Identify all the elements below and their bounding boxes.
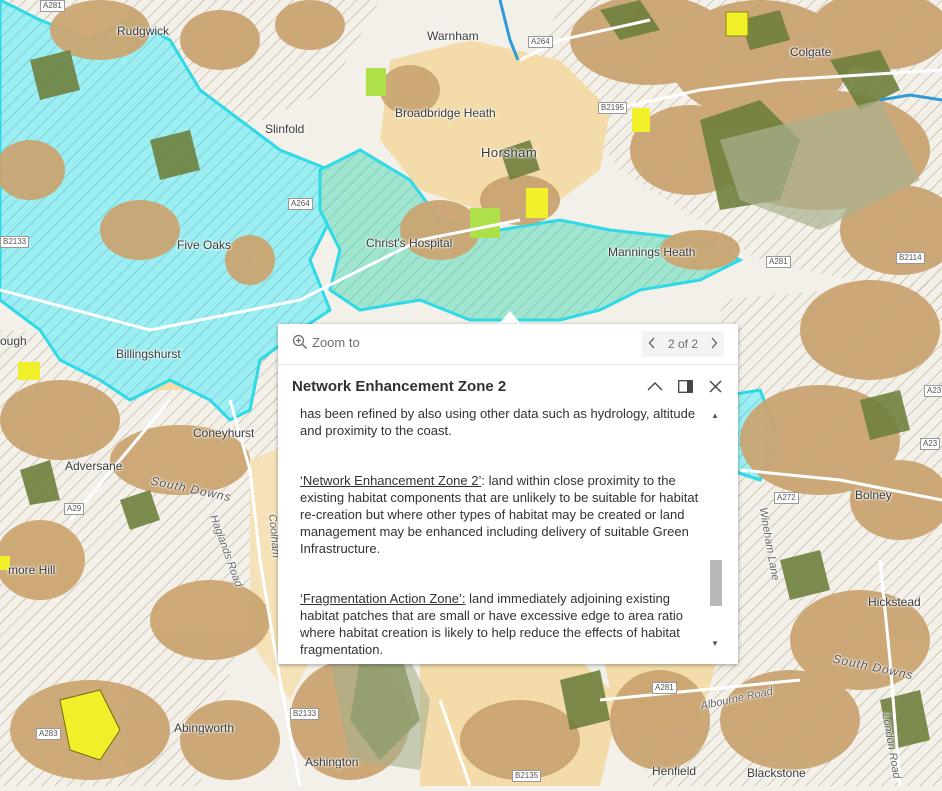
chevron-right-icon — [711, 337, 718, 348]
chevron-up-icon — [647, 382, 663, 391]
road-shield: A264 — [288, 198, 313, 210]
popup-content[interactable]: has been refined by also using other dat… — [278, 407, 738, 659]
description-paragraph: ‘Network Enhancement Zone 2’: land withi… — [300, 472, 700, 557]
feature-popup: Zoom to 2 of 2 Network Enhancement Zone … — [278, 324, 738, 664]
term-fragmentation-action-zone: ‘Fragmentation Action Zone’: — [300, 591, 466, 606]
place-label: Christ's Hospital — [366, 236, 453, 250]
term-network-enhancement-zone-2: ‘Network Enhancement Zone 2’ — [300, 473, 482, 488]
popup-header: Network Enhancement Zone 2 — [278, 365, 738, 407]
road-shield: A281 — [652, 682, 677, 694]
place-label: Hickstead — [868, 595, 921, 609]
zoom-in-icon — [292, 334, 308, 350]
road-shield: B2133 — [0, 236, 30, 248]
road-shield: B2135 — [512, 770, 542, 782]
place-label: Billingshurst — [116, 347, 181, 361]
road-shield: A281 — [766, 256, 791, 268]
zoom-to-button[interactable]: Zoom to — [292, 334, 360, 350]
zoom-to-label: Zoom to — [312, 334, 360, 350]
popup-toolbar: Zoom to 2 of 2 — [278, 324, 738, 365]
popup-title: Network Enhancement Zone 2 — [292, 378, 507, 395]
description-paragraph: has been refined by also using other dat… — [300, 407, 700, 439]
place-label: Five Oaks — [177, 238, 232, 252]
road-shield: A29 — [64, 503, 85, 515]
place-label: Mannings Heath — [608, 245, 696, 259]
place-label: ough — [0, 334, 27, 348]
place-label: Broadbridge Heath — [395, 106, 496, 120]
popup-pointer — [498, 311, 522, 325]
previous-feature-button[interactable] — [646, 337, 658, 352]
next-feature-button[interactable] — [708, 337, 720, 352]
close-icon — [709, 380, 721, 392]
place-label: Henfield — [652, 764, 697, 778]
place-label: Rudgwick — [117, 24, 170, 38]
scroll-thumb[interactable] — [710, 560, 722, 606]
road-shield: A272 — [774, 492, 799, 504]
place-label: Coneyhurst — [193, 426, 255, 440]
pager-count: 2 of 2 — [667, 337, 699, 351]
dock-icon — [677, 379, 693, 393]
description-paragraph: ‘Fragmentation Action Zone’: land immedi… — [300, 590, 700, 658]
place-label: Blackstone — [747, 766, 806, 780]
place-label: Colgate — [790, 45, 832, 59]
place-label: more Hill — [8, 563, 56, 577]
place-label: Warnham — [427, 29, 479, 43]
dock-button[interactable] — [676, 377, 694, 395]
road-shield: A264 — [528, 36, 553, 48]
road-shield: A23 — [920, 438, 941, 450]
road-shield: A281 — [40, 0, 65, 12]
close-button[interactable] — [706, 377, 724, 395]
road-shield: B2195 — [598, 102, 628, 114]
road-shield: A23 — [924, 385, 942, 397]
road-shield: B2133 — [290, 708, 320, 720]
scroll-up-button[interactable]: ▲ — [708, 409, 722, 423]
place-label: Ashington — [305, 755, 359, 769]
popup-scrollbar[interactable]: ▲ ▼ — [708, 407, 722, 653]
road-shield: B2114 — [896, 252, 925, 264]
place-label: Adversane — [65, 459, 123, 473]
collapse-button[interactable] — [646, 377, 664, 395]
scroll-down-button[interactable]: ▼ — [708, 637, 722, 651]
place-label: Horsham — [481, 145, 538, 160]
place-label: Bolney — [855, 488, 892, 502]
place-label: Slinfold — [265, 122, 305, 136]
chevron-left-icon — [648, 337, 655, 348]
feature-pager: 2 of 2 — [642, 331, 724, 357]
description-text: has been refined by also using other dat… — [300, 407, 696, 438]
road-shield: A283 — [36, 728, 61, 740]
place-label: Abingworth — [174, 721, 235, 735]
